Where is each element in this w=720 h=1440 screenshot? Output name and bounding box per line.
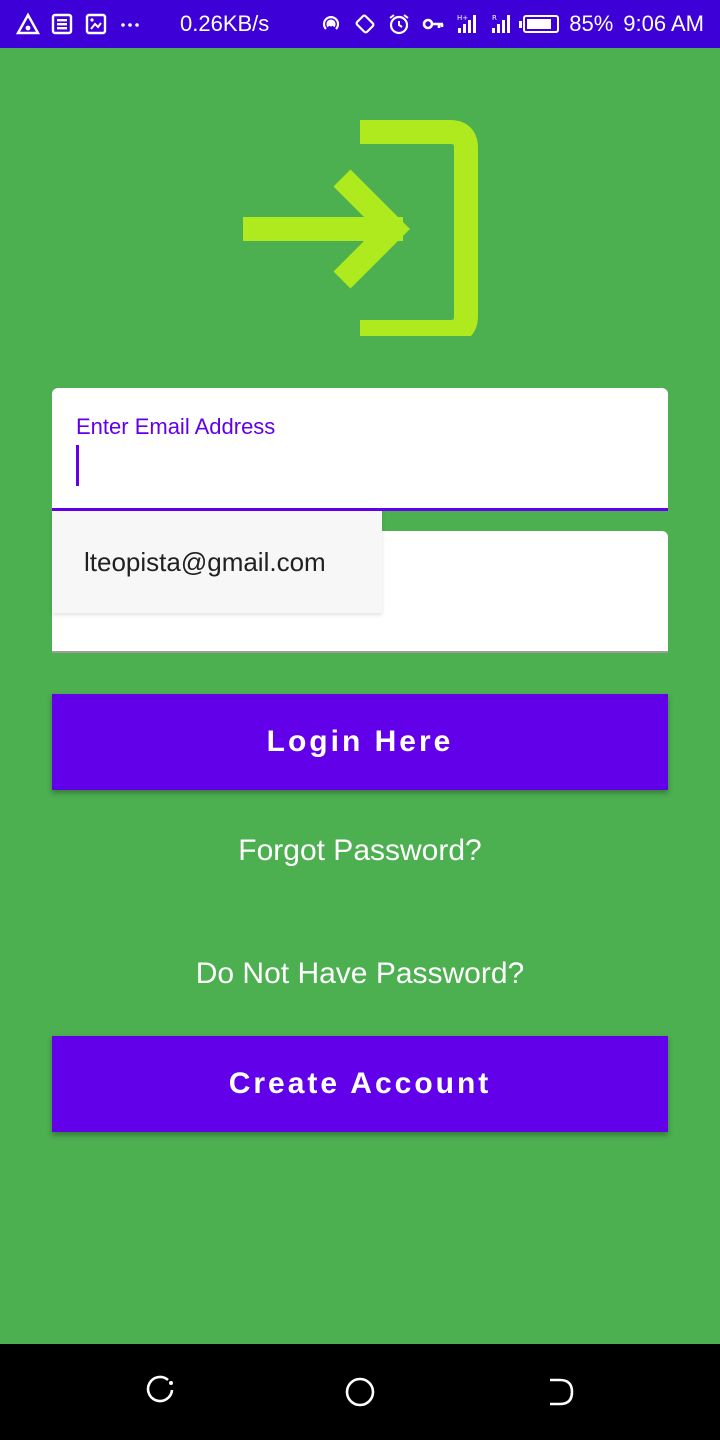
recent-apps-icon[interactable] — [142, 1374, 178, 1410]
text-cursor — [76, 445, 79, 486]
network-speed: 0.26KB/s — [180, 11, 270, 36]
warning-icon — [16, 12, 40, 35]
signal-icon: H+ — [457, 14, 477, 33]
rotate-icon — [355, 14, 375, 34]
status-left-icons: 0.26KB/s — [16, 11, 269, 37]
no-password-text[interactable]: Do Not Have Password? — [0, 957, 720, 991]
home-icon[interactable] — [342, 1374, 378, 1410]
login-arrow-icon — [243, 120, 478, 336]
signal-icon: R — [492, 14, 511, 33]
battery-icon — [519, 15, 560, 33]
create-account-button[interactable]: Create Account — [52, 1036, 668, 1132]
signal-1-tag: H+ — [457, 14, 468, 22]
battery-fill — [527, 19, 552, 29]
screenshot-icon — [85, 13, 107, 35]
status-right-icons: H+ R 85% 9:06 AM — [319, 11, 704, 37]
forgot-password-link[interactable]: Forgot Password? — [0, 834, 720, 868]
alarm-icon — [389, 14, 409, 35]
more-icon — [121, 23, 139, 27]
battery-percent: 85% — [569, 11, 614, 36]
login-button[interactable]: Login Here — [52, 694, 668, 790]
email-field-label: Enter Email Address — [76, 414, 276, 439]
news-icon — [51, 13, 73, 35]
key-icon — [422, 18, 444, 30]
hotspot-icon — [323, 16, 340, 30]
navigation-bar — [0, 1344, 720, 1440]
back-icon[interactable] — [542, 1374, 578, 1410]
signal-2-tag: R — [492, 14, 497, 22]
status-bar: 0.26KB/s H+ R 85% 9:06 AM — [0, 0, 720, 48]
autofill-suggestion[interactable]: lteopista@gmail.com — [52, 511, 382, 613]
email-field[interactable]: Enter Email Address — [52, 388, 668, 511]
clock: 9:06 AM — [623, 11, 704, 36]
